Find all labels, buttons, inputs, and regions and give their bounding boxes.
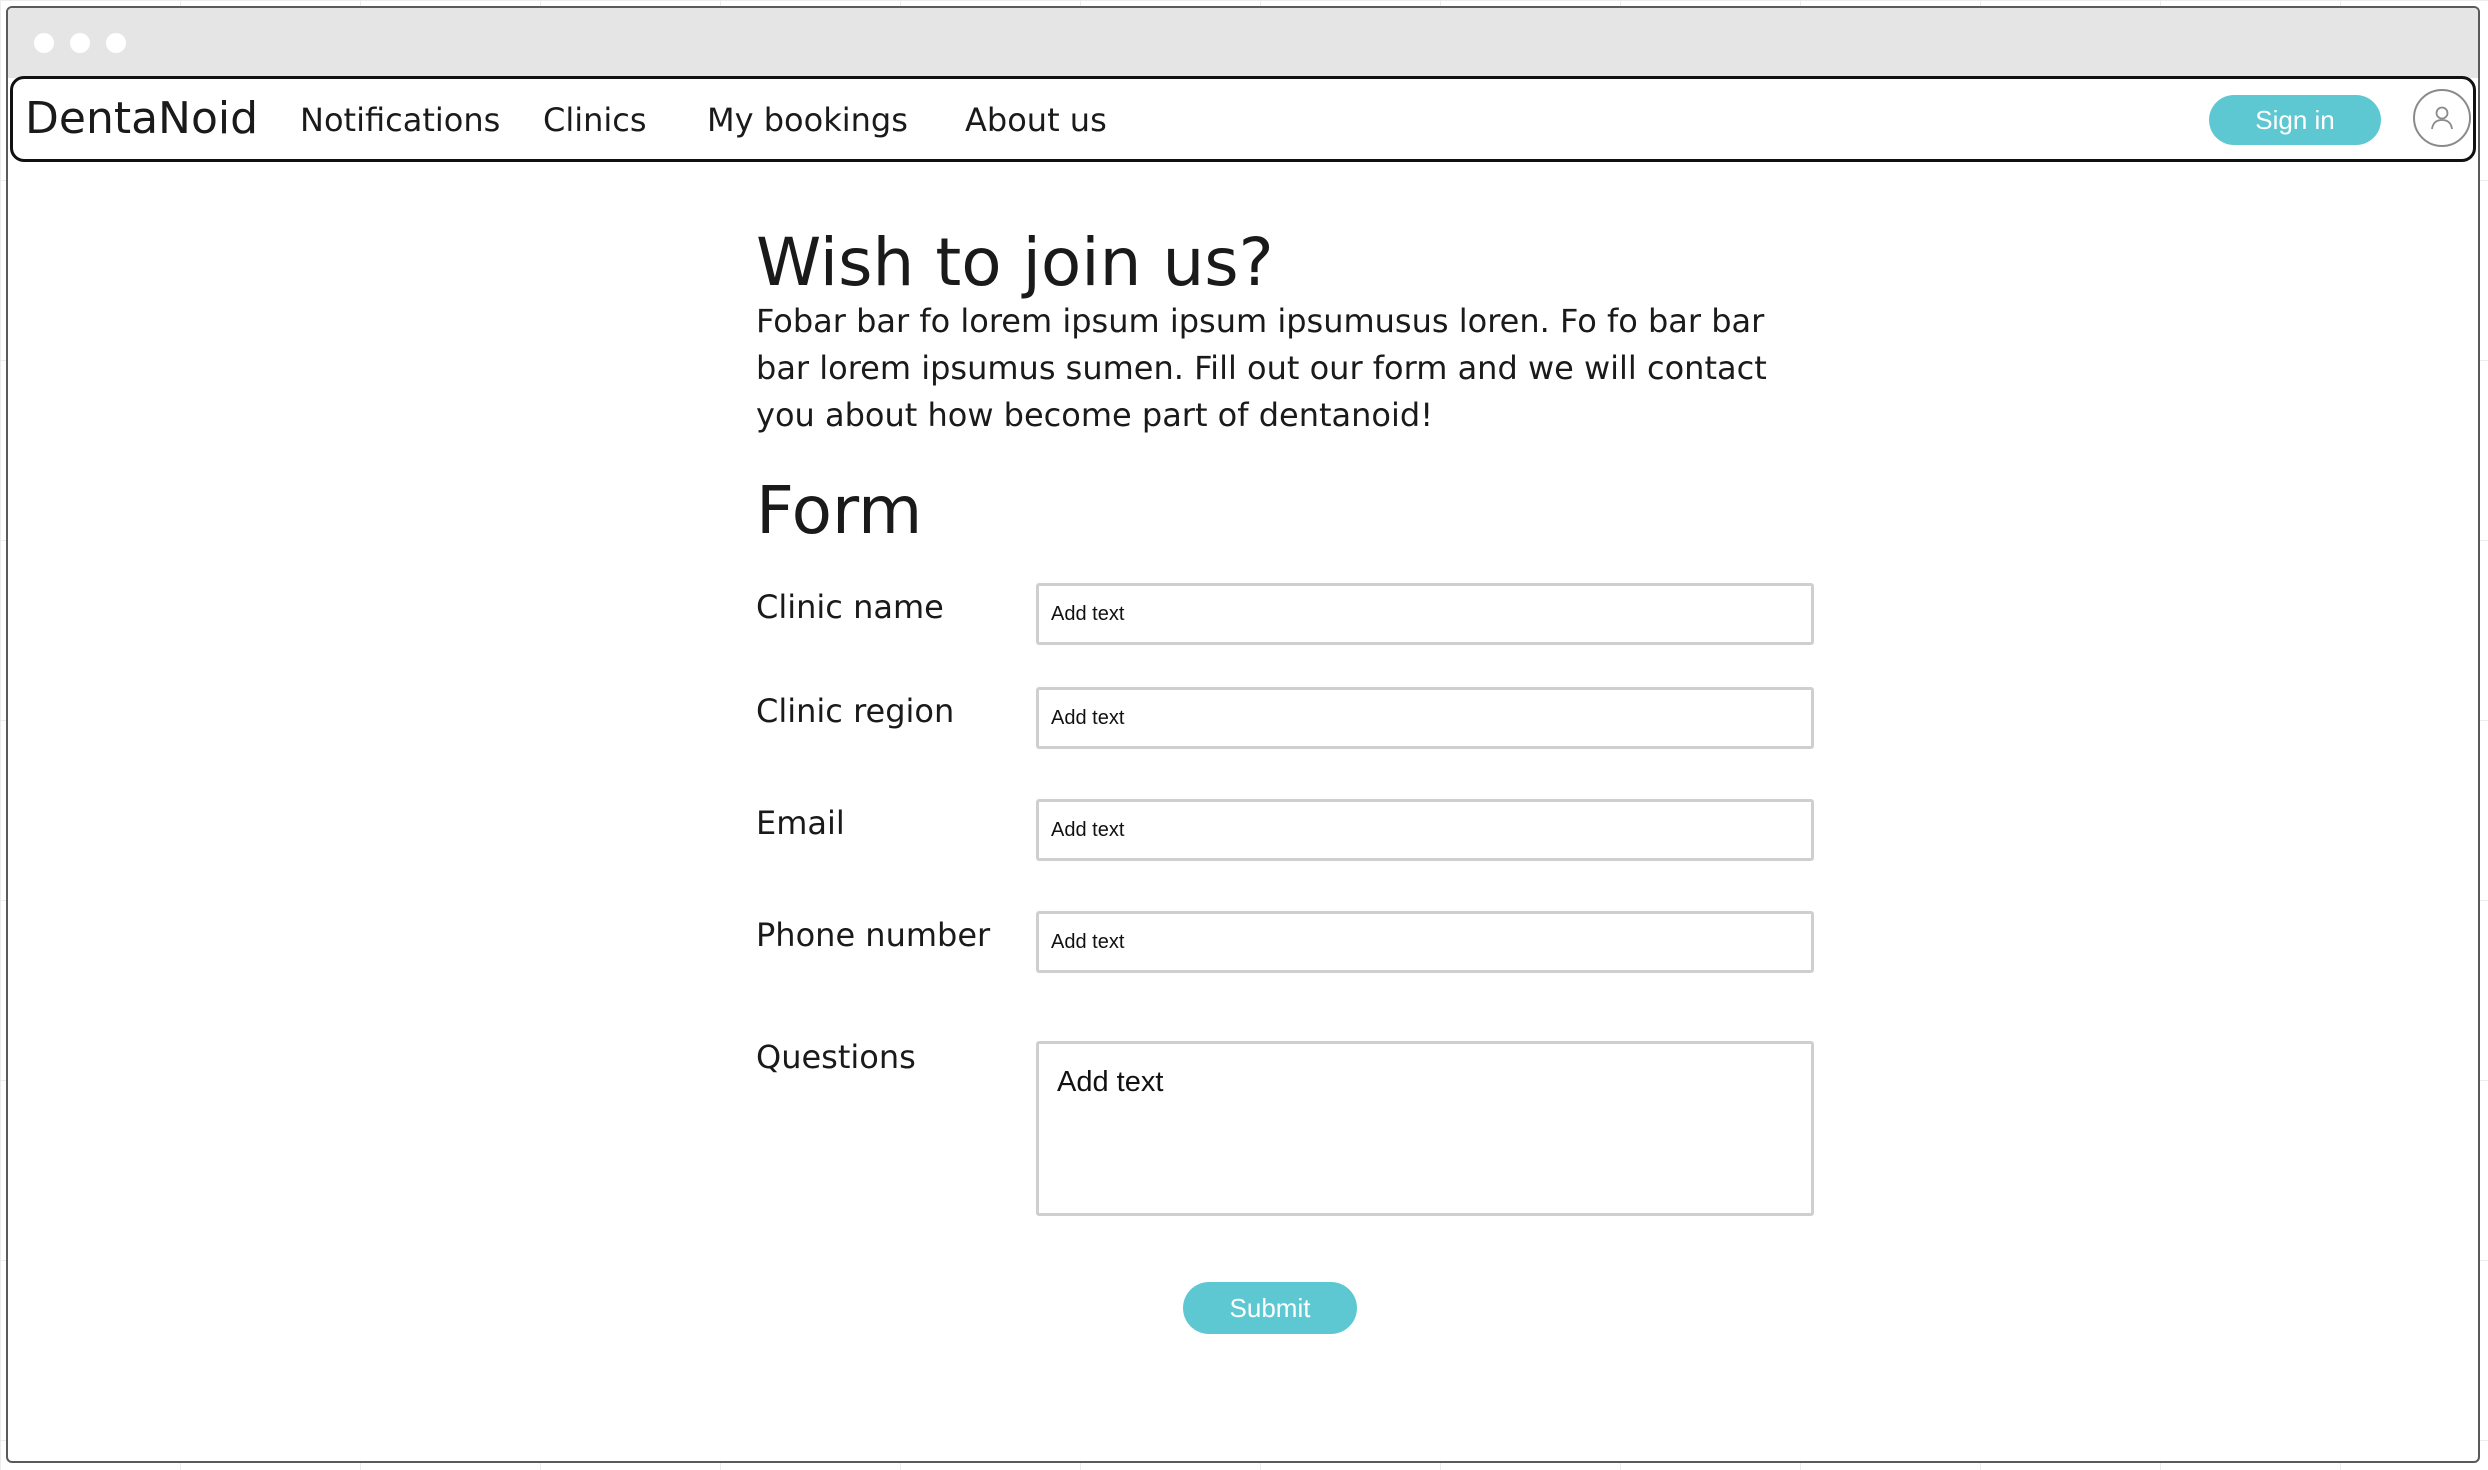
- clinic-region-label: Clinic region: [756, 692, 955, 730]
- canvas: DentaNoid Notifications Clinics My booki…: [0, 0, 2488, 1470]
- clinic-name-input[interactable]: [1036, 583, 1814, 645]
- page-title: Wish to join us?: [756, 224, 1274, 301]
- sign-in-button[interactable]: Sign in: [2209, 95, 2381, 145]
- brand-logo[interactable]: DentaNoid: [25, 93, 258, 144]
- email-input[interactable]: [1036, 799, 1814, 861]
- minimize-dot-icon[interactable]: [70, 33, 90, 53]
- nav-my-bookings[interactable]: My bookings: [707, 101, 908, 139]
- close-dot-icon[interactable]: [34, 33, 54, 53]
- clinic-region-input[interactable]: [1036, 687, 1814, 749]
- phone-number-input[interactable]: [1036, 911, 1814, 973]
- user-avatar[interactable]: [2413, 89, 2471, 147]
- nav-clinics[interactable]: Clinics: [543, 101, 647, 139]
- intro-paragraph: Fobar bar fo lorem ipsum ipsum ipsumusus…: [756, 302, 1767, 434]
- user-icon: [2431, 106, 2453, 130]
- top-navbar: DentaNoid Notifications Clinics My booki…: [10, 76, 2476, 162]
- nav-about-us[interactable]: About us: [965, 101, 1107, 139]
- form-title: Form: [756, 472, 923, 549]
- submit-button[interactable]: Submit: [1183, 1282, 1357, 1334]
- questions-label: Questions: [756, 1038, 916, 1076]
- nav-notifications[interactable]: Notifications: [300, 101, 500, 139]
- sign-in-label: Sign in: [2255, 104, 2335, 135]
- phone-number-label: Phone number: [756, 916, 991, 954]
- clinic-name-label: Clinic name: [756, 588, 944, 626]
- window-titlebar: [8, 8, 2478, 78]
- questions-textarea[interactable]: [1036, 1041, 1814, 1216]
- browser-window: DentaNoid Notifications Clinics My booki…: [6, 6, 2480, 1463]
- zoom-dot-icon[interactable]: [106, 33, 126, 53]
- submit-label: Submit: [1229, 1292, 1311, 1323]
- email-label: Email: [756, 804, 845, 842]
